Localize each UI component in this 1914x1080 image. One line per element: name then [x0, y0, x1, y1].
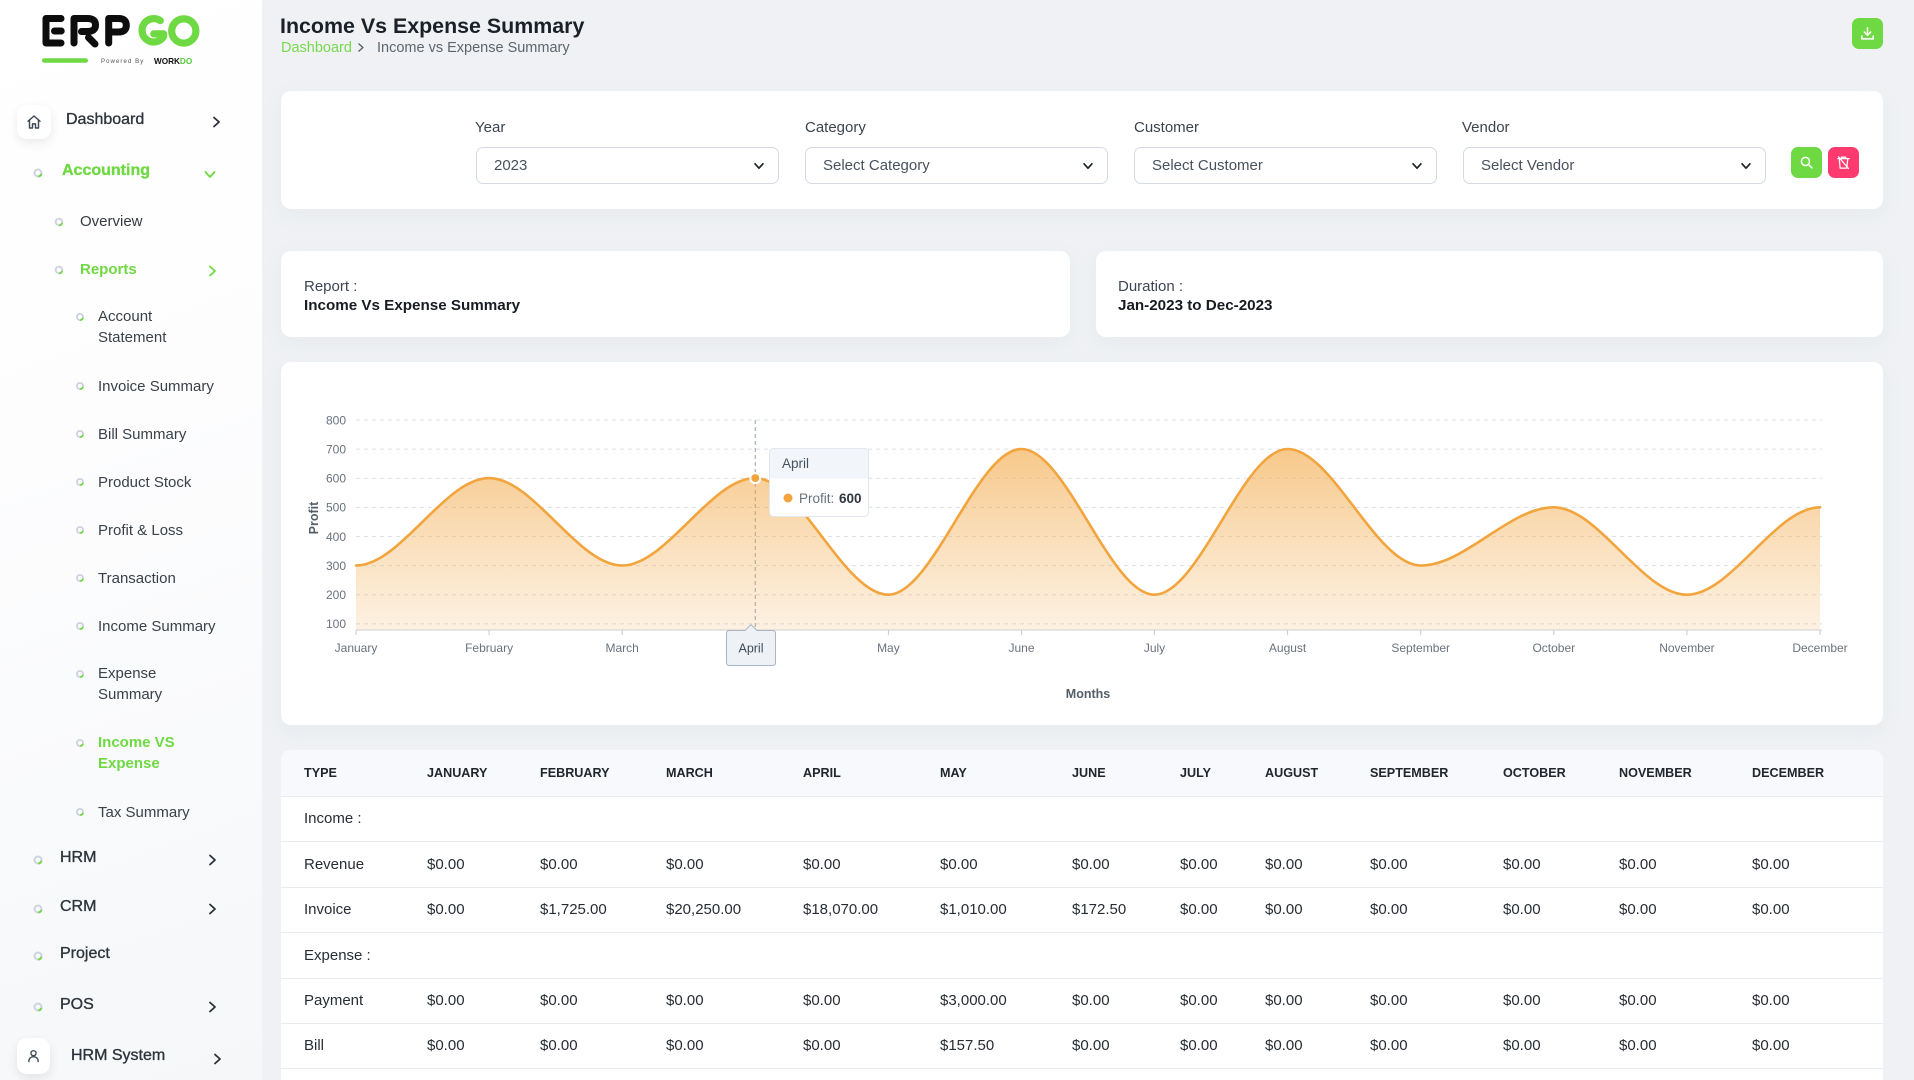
- svg-text:February: February: [465, 641, 513, 655]
- svg-text:August: August: [1269, 641, 1307, 655]
- svg-text:Powered By: Powered By: [101, 59, 144, 65]
- svg-text:March: March: [606, 641, 639, 655]
- svg-text:May: May: [877, 641, 900, 655]
- svg-text:700: 700: [326, 442, 346, 456]
- svg-text:Profit:: Profit:: [799, 491, 834, 506]
- svg-text:April: April: [782, 456, 809, 471]
- svg-text:September: September: [1391, 641, 1450, 655]
- svg-text:200: 200: [326, 588, 346, 602]
- svg-text:November: November: [1659, 641, 1714, 655]
- svg-text:300: 300: [326, 559, 346, 573]
- svg-text:800: 800: [326, 413, 346, 427]
- svg-text:100: 100: [326, 617, 346, 631]
- svg-text:December: December: [1792, 641, 1847, 655]
- svg-text:Profit: Profit: [307, 501, 321, 534]
- svg-text:500: 500: [326, 501, 346, 515]
- svg-text:June: June: [1008, 641, 1034, 655]
- svg-text:January: January: [335, 641, 378, 655]
- svg-text:July: July: [1144, 641, 1165, 655]
- svg-text:April: April: [738, 642, 763, 656]
- svg-text:600: 600: [839, 491, 862, 506]
- svg-text:WORKDO: WORKDO: [154, 57, 193, 65]
- svg-text:Months: Months: [1066, 687, 1110, 701]
- svg-text:October: October: [1532, 641, 1575, 655]
- svg-text:400: 400: [326, 530, 346, 544]
- svg-text:600: 600: [326, 472, 346, 486]
